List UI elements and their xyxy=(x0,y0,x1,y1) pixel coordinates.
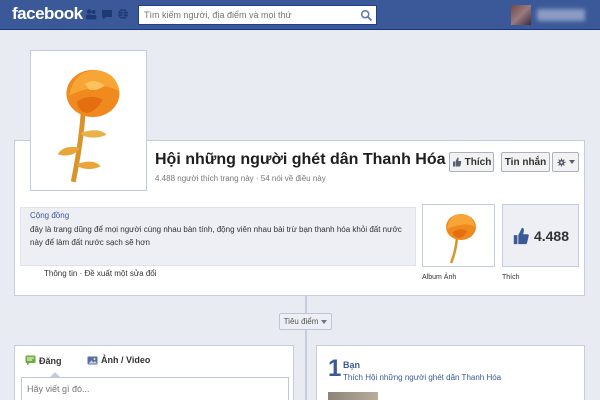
search-box xyxy=(138,5,377,25)
likes-label[interactable]: Thích xyxy=(502,274,520,281)
about-box: Cộng đồng đây là trang dũng để mọi người… xyxy=(20,207,416,266)
tab-post[interactable]: Đăng xyxy=(25,355,62,366)
like-page-button[interactable]: Thích xyxy=(449,152,494,172)
thumbs-up-icon xyxy=(452,157,461,167)
notifications-icon[interactable] xyxy=(117,8,129,20)
username-redacted[interactable] xyxy=(537,9,585,21)
page-stats: 4.488 người thích trang này · 54 nói về … xyxy=(155,174,326,183)
photo-tab-label: Ảnh / Video xyxy=(101,355,151,365)
likes-tile[interactable]: 4.488 xyxy=(502,204,579,267)
highlights-dropdown[interactable]: Tiêu điểm xyxy=(279,313,332,330)
facebook-logo[interactable]: facebook xyxy=(12,4,83,24)
friends-box: 1 Bạn Thích Hội những người ghét dân Tha… xyxy=(316,345,585,400)
friends-title[interactable]: Bạn xyxy=(343,360,360,370)
timeline-line xyxy=(305,296,307,400)
post-tab-label: Đăng xyxy=(39,355,62,366)
album-thumbnail-image xyxy=(446,214,476,264)
message-button[interactable]: Tin nhắn xyxy=(501,152,550,172)
about-text: đây là trang dũng để mọi người cùng nhau… xyxy=(30,225,402,247)
avatar[interactable] xyxy=(511,5,531,25)
friend-requests-icon[interactable] xyxy=(85,8,97,20)
post-composer: Đăng Ảnh / Video xyxy=(14,345,294,400)
search-icon[interactable] xyxy=(360,9,373,22)
top-bar: facebook xyxy=(0,0,600,30)
messages-icon[interactable] xyxy=(101,8,113,20)
chevron-down-icon xyxy=(568,160,575,164)
tab-photo-video[interactable]: Ảnh / Video xyxy=(87,355,150,365)
page-settings-button[interactable] xyxy=(552,152,579,172)
likes-count: 4.488 xyxy=(533,227,570,244)
friends-count: 1 xyxy=(328,355,342,382)
category-label[interactable]: Cộng đồng xyxy=(30,211,69,220)
golden-rose-image xyxy=(34,54,143,187)
like-label: Thích xyxy=(464,156,492,168)
profile-picture[interactable] xyxy=(30,50,147,191)
album-tile[interactable] xyxy=(422,204,495,267)
page-title: Hội những người ghét dân Thanh Hóa xyxy=(155,151,446,168)
album-label[interactable]: Album Ảnh xyxy=(422,274,456,281)
friends-subtitle[interactable]: Thích Hội những người ghét dân Thanh Hóa xyxy=(343,373,501,382)
status-icon xyxy=(25,355,36,366)
photo-icon xyxy=(87,356,98,365)
gear-icon xyxy=(556,157,566,167)
status-input[interactable] xyxy=(21,377,289,400)
highlights-label: Tiêu điểm xyxy=(283,317,319,326)
message-label: Tin nhắn xyxy=(504,156,547,168)
chevron-down-icon xyxy=(321,319,328,324)
search-input[interactable] xyxy=(139,6,354,24)
info-links[interactable]: Thông tin · Đề xuất một sửa đổi xyxy=(44,269,157,278)
thumbs-up-icon xyxy=(513,227,529,244)
friend-thumbnail[interactable] xyxy=(328,392,378,400)
